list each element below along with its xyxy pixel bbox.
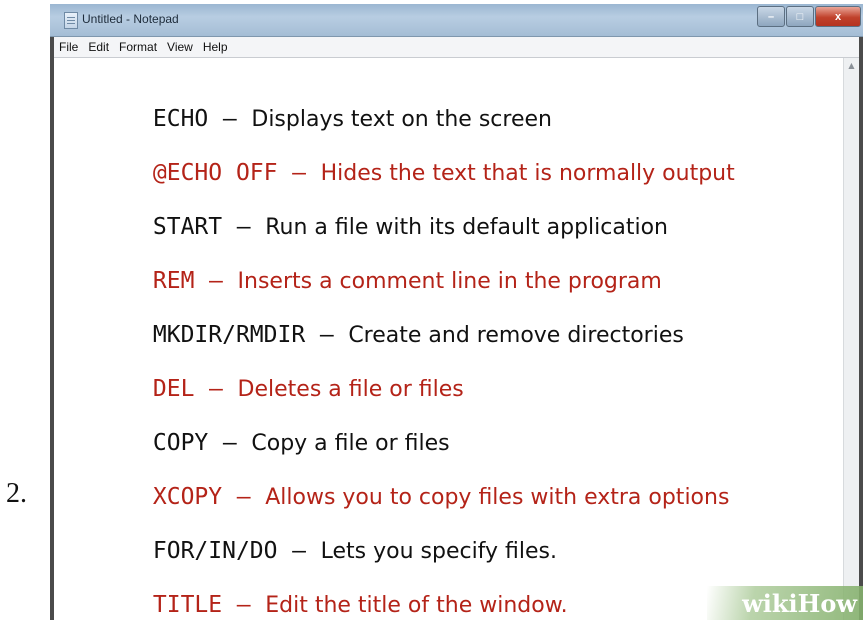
description-text: Inserts a comment line in the program bbox=[237, 269, 662, 294]
command-text: ECHO bbox=[152, 106, 209, 132]
minimize-button[interactable]: – bbox=[757, 6, 785, 27]
text-editor-area[interactable]: ECHO – Displays text on the screen @ECHO… bbox=[54, 58, 844, 620]
separator-dash: – bbox=[236, 484, 251, 510]
menu-format[interactable]: Format bbox=[114, 37, 162, 57]
description-text: Edit the title of the window. bbox=[265, 593, 568, 618]
command-text: COPY bbox=[152, 430, 209, 456]
command-text: FOR/IN/DO bbox=[152, 538, 278, 564]
command-text: XCOPY bbox=[152, 484, 223, 510]
separator-dash: – bbox=[292, 160, 306, 186]
description-text: Create and remove directories bbox=[348, 323, 684, 348]
separator-dash: – bbox=[209, 268, 223, 294]
command-text: REM bbox=[152, 268, 195, 294]
window-title: Untitled - Notepad bbox=[82, 12, 179, 26]
separator-dash: – bbox=[209, 376, 223, 402]
window-controls: – □ x bbox=[756, 6, 861, 27]
close-button[interactable]: x bbox=[815, 6, 861, 27]
separator-dash: – bbox=[292, 538, 306, 564]
menu-file[interactable]: File bbox=[54, 37, 83, 57]
separator-dash: – bbox=[236, 592, 251, 618]
vertical-scrollbar[interactable]: ▲ bbox=[843, 58, 859, 620]
description-text: Run a file with its default application bbox=[265, 215, 669, 240]
command-text: MKDIR/RMDIR bbox=[152, 322, 306, 348]
separator-dash: – bbox=[319, 322, 334, 348]
command-text: @ECHO OFF bbox=[152, 160, 278, 186]
separator-dash: – bbox=[236, 214, 251, 240]
description-text: Deletes a file or files bbox=[237, 377, 464, 402]
command-text: TITLE bbox=[152, 592, 223, 618]
wikihow-watermark: wikiHow bbox=[707, 586, 863, 620]
maximize-button[interactable]: □ bbox=[786, 6, 814, 27]
separator-dash: – bbox=[222, 106, 237, 132]
separator-dash: – bbox=[222, 430, 237, 456]
menu-edit[interactable]: Edit bbox=[83, 37, 114, 57]
command-text: DEL bbox=[152, 376, 195, 402]
notepad-icon bbox=[64, 12, 78, 29]
title-bar[interactable]: Untitled - Notepad – □ x bbox=[50, 4, 863, 37]
description-text: Allows you to copy files with extra opti… bbox=[265, 485, 730, 510]
menu-view[interactable]: View bbox=[162, 37, 198, 57]
menu-bar: File Edit Format View Help bbox=[54, 37, 859, 58]
description-text: Hides the text that is normally output bbox=[320, 161, 735, 186]
description-text: Displays text on the screen bbox=[251, 107, 552, 132]
command-text: START bbox=[152, 214, 223, 240]
menu-help[interactable]: Help bbox=[198, 37, 233, 57]
text-line: TITLE – Edit the title of the window. bbox=[109, 566, 568, 620]
scroll-up-icon[interactable]: ▲ bbox=[844, 58, 859, 74]
description-text: Copy a file or files bbox=[251, 431, 450, 456]
description-text: Lets you specify files. bbox=[320, 539, 558, 564]
notepad-window: Untitled - Notepad – □ x File Edit Forma… bbox=[50, 4, 863, 620]
step-number: 2. bbox=[6, 478, 27, 509]
